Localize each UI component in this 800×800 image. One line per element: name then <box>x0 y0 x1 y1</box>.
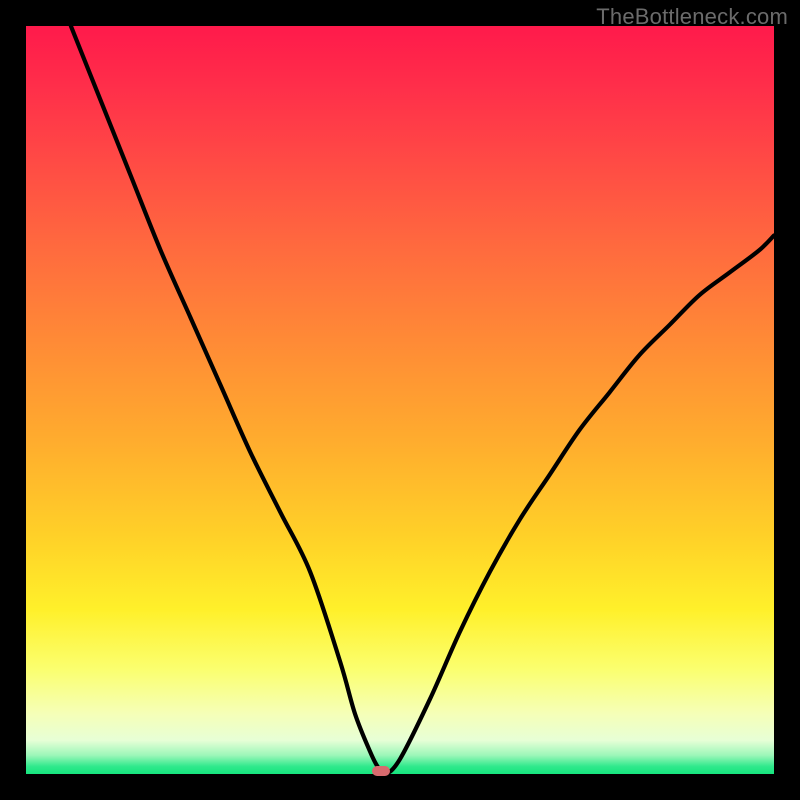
chart-frame: TheBottleneck.com <box>0 0 800 800</box>
bottleneck-curve <box>26 26 774 774</box>
plot-area <box>26 26 774 774</box>
minimum-marker <box>372 766 390 776</box>
